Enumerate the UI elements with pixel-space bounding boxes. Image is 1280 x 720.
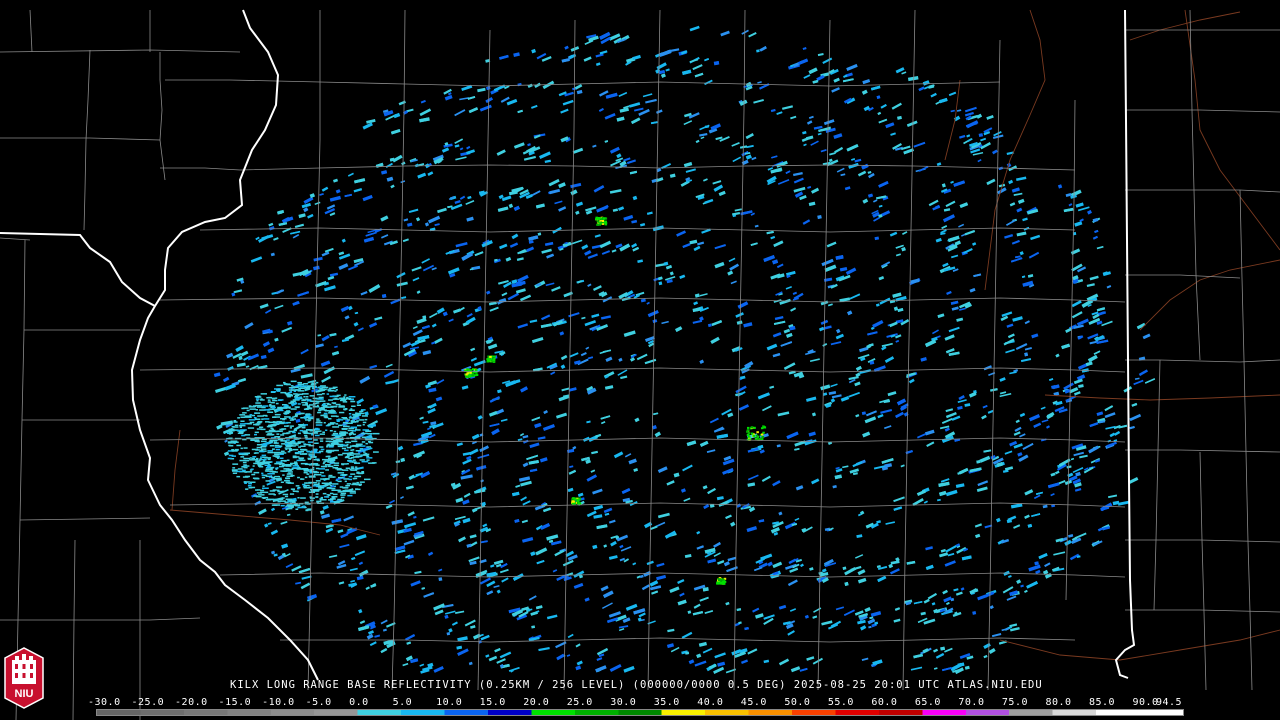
colorbar-tick-label: 55.0 bbox=[827, 697, 854, 708]
logo-text: NIU bbox=[15, 688, 34, 700]
colorbar-tick-label: 40.0 bbox=[697, 697, 724, 708]
radar-map bbox=[0, 9, 1280, 720]
colorbar-tick-label: 60.0 bbox=[871, 697, 898, 708]
colorbar-tick-label: 25.0 bbox=[566, 697, 593, 708]
highway-lines bbox=[169, 9, 1280, 661]
colorbar-tick-label: 50.0 bbox=[784, 697, 811, 708]
colorbar-tick-label: 10.0 bbox=[436, 697, 463, 708]
colorbar-tick-label: 85.0 bbox=[1088, 697, 1116, 708]
colorbar-tick-label: 45.0 bbox=[740, 697, 767, 708]
colorbar-tick-label: 35.0 bbox=[653, 697, 680, 708]
colorbar-tick-label: -5.0 bbox=[305, 697, 332, 708]
colorbar-tick-label: 30.0 bbox=[610, 697, 637, 708]
niu-logo-icon: NIU bbox=[4, 647, 44, 709]
colorbar-tick-label: -10.0 bbox=[262, 697, 295, 708]
reflectivity-echo-layer bbox=[213, 25, 1156, 675]
colorbar-tick-label: 0.0 bbox=[349, 697, 369, 708]
colorbar-tick-label: 20.0 bbox=[523, 697, 550, 708]
colorbar-tick-label: 75.0 bbox=[1001, 697, 1028, 708]
colorbar-tick-label: -20.0 bbox=[175, 697, 208, 708]
colorbar-tick-label: 90.0 bbox=[1132, 697, 1159, 708]
radar-map-view: KILX LONG RANGE BASE REFLECTIVITY (0.25K… bbox=[0, 0, 1280, 720]
colorbar-tick-label: -30.0 bbox=[88, 697, 121, 708]
colorbar-tick-label: 80.0 bbox=[1045, 697, 1072, 708]
colorbar-tick-label: -25.0 bbox=[131, 697, 165, 708]
colorbar-tick-label: 70.0 bbox=[958, 697, 985, 708]
product-caption: KILX LONG RANGE BASE REFLECTIVITY (0.25K… bbox=[230, 679, 1043, 691]
colorbar-tick-label: 65.0 bbox=[914, 697, 941, 708]
reflectivity-colorbar bbox=[96, 709, 1184, 716]
colorbar-tick-labels: -30.0 -25.0 -20.0 -15.0 -10.0 -5.0 0.0 5.0 10.0 1… bbox=[88, 697, 1194, 709]
colorbar-tick-label: 15.0 bbox=[479, 697, 506, 708]
colorbar-tick-label: 5.0 bbox=[392, 697, 413, 708]
colorbar-tick-label: 94.5 bbox=[1156, 697, 1183, 708]
colorbar-tick-label: -15.0 bbox=[218, 697, 252, 708]
